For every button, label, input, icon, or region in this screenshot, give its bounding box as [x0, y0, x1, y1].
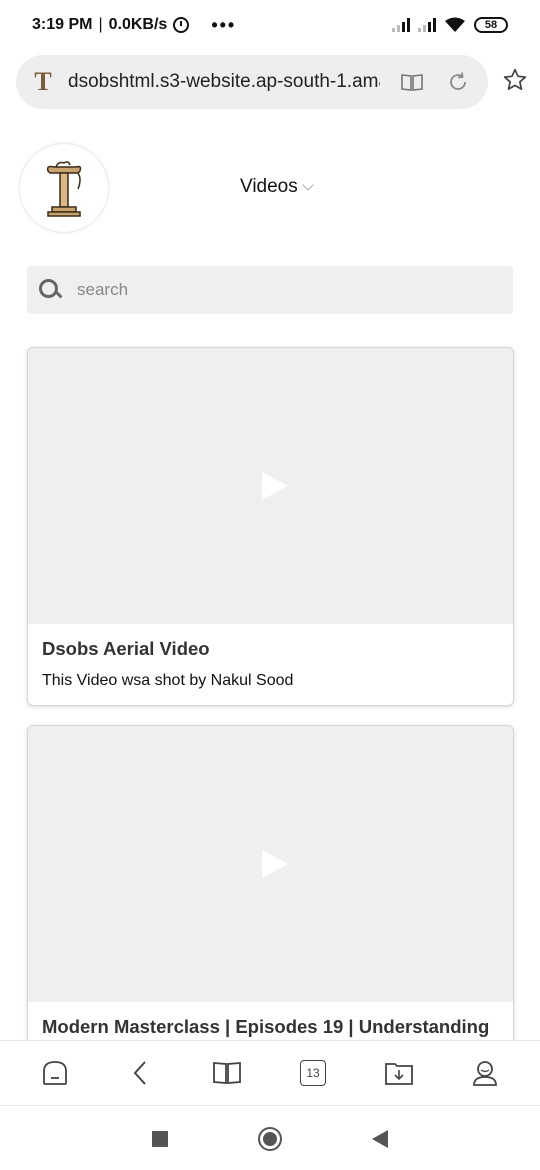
site-favicon: T [34, 67, 52, 96]
video-card[interactable]: Modern Masterclass | Episodes 19 | Under… [27, 725, 514, 1045]
download-folder-icon [385, 1063, 413, 1085]
url-text[interactable]: dsobshtml.s3-website.ap-south-1.amazonaw… [68, 71, 380, 93]
status-bar: 3:19 PM | 0.0KB/s ••• 58 [0, 0, 540, 50]
browser-toolbar: 13 [0, 1040, 540, 1106]
videos-menu[interactable]: Videos [240, 176, 314, 198]
chevron-left-icon [133, 1061, 146, 1085]
status-time: 3:19 PM [32, 16, 93, 33]
site-logo[interactable] [20, 144, 108, 232]
video-title: Dsobs Aerial Video [42, 638, 210, 659]
search-input[interactable] [77, 280, 477, 300]
android-nav-bar [0, 1107, 540, 1170]
reader-mode-icon[interactable] [398, 68, 426, 96]
signal-icon [392, 18, 410, 32]
video-thumbnail[interactable] [28, 348, 513, 624]
status-net-speed: 0.0KB/s [108, 16, 168, 33]
wifi-icon [444, 17, 466, 33]
tabs-button[interactable]: 13 [291, 1051, 335, 1095]
signal-icon [418, 18, 436, 32]
reload-icon[interactable] [444, 68, 472, 96]
address-row: T dsobshtml.s3-website.ap-south-1.amazon… [16, 54, 528, 110]
video-title: Modern Masterclass | Episodes 19 | Under… [42, 1016, 490, 1037]
bookmarks-button[interactable] [205, 1051, 249, 1095]
logo-pillar-icon [46, 161, 82, 217]
status-separator: | [98, 16, 103, 33]
video-thumbnail[interactable] [28, 726, 513, 1002]
back-triangle-icon[interactable] [372, 1129, 388, 1148]
chevron-down-icon [302, 179, 314, 191]
play-icon[interactable] [261, 850, 288, 878]
tabs-count: 13 [300, 1060, 326, 1086]
videos-menu-label: Videos [240, 176, 298, 197]
more-dots-icon: ••• [211, 14, 237, 35]
address-bar[interactable]: T dsobshtml.s3-website.ap-south-1.amazon… [16, 55, 488, 109]
book-icon [213, 1062, 241, 1084]
site-header: Videos [20, 144, 520, 232]
back-button[interactable] [119, 1051, 163, 1095]
status-right: 58 [392, 17, 508, 33]
home-circle-icon[interactable] [258, 1126, 282, 1151]
video-description: This Video wsa shot by Nakul Sood [42, 672, 294, 689]
status-left: 3:19 PM | 0.0KB/s ••• [32, 15, 236, 36]
battery-icon: 58 [474, 17, 508, 33]
home-icon [43, 1061, 67, 1085]
play-icon[interactable] [261, 472, 288, 500]
profile-icon [473, 1061, 497, 1086]
recents-icon[interactable] [152, 1130, 168, 1147]
home-button[interactable] [33, 1051, 77, 1095]
profile-button[interactable] [463, 1051, 507, 1095]
video-card[interactable]: Dsobs Aerial Video This Video wsa shot b… [27, 347, 514, 706]
search-icon [39, 279, 61, 301]
downloads-button[interactable] [377, 1051, 421, 1095]
search-box[interactable] [27, 266, 513, 314]
bookmark-star-icon[interactable] [502, 67, 528, 98]
alarm-icon [173, 17, 190, 33]
